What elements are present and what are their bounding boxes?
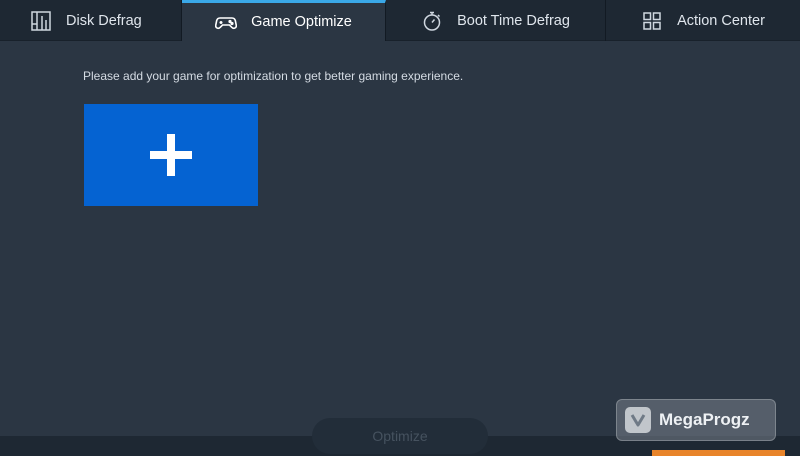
watermark-text: MegaProgz [659, 410, 750, 429]
accent-strip [652, 450, 785, 456]
gamepad-icon [215, 11, 238, 33]
add-game-button[interactable] [84, 104, 258, 206]
tab-label: Disk Defrag [66, 12, 142, 29]
grid-icon [641, 10, 663, 32]
stopwatch-icon [421, 10, 443, 32]
watermark-badge: MegaProgz [616, 399, 776, 441]
instruction-text: Please add your game for optimization to… [83, 69, 464, 83]
tab-label: Boot Time Defrag [457, 12, 570, 29]
tab-label: Game Optimize [251, 14, 352, 30]
tab-game-optimize[interactable]: Game Optimize [182, 0, 386, 41]
tab-action-center[interactable]: Action Center [606, 0, 800, 41]
optimize-button[interactable]: Optimize [312, 418, 488, 454]
tab-label: Action Center [677, 12, 765, 29]
plus-icon [150, 134, 192, 176]
watermark-logo-icon [625, 407, 651, 433]
tab-disk-defrag[interactable]: Disk Defrag [0, 0, 182, 41]
disk-defrag-icon [30, 10, 52, 32]
tab-bar: Disk Defrag Game Optimize Boot Time Defr… [0, 0, 800, 41]
tab-boot-time-defrag[interactable]: Boot Time Defrag [386, 0, 606, 41]
game-optimize-panel: Please add your game for optimization to… [0, 41, 800, 436]
